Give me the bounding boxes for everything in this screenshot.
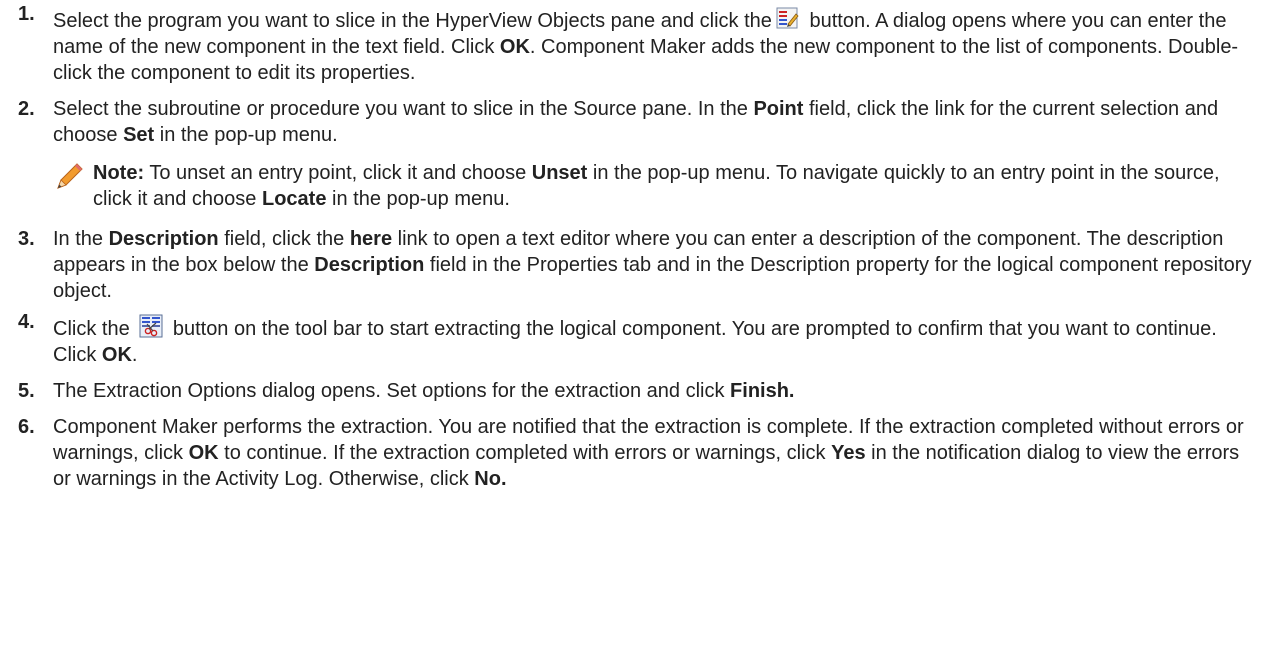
text-segment: In the [53,228,104,250]
text-segment: To unset an entry point, click it and ch… [149,162,527,184]
ui-term: Description [314,254,425,276]
step-text: The Extraction Options dialog opens. Set… [53,378,1262,404]
ui-term: here [349,228,393,250]
text-segment: . [131,344,138,366]
pencil-icon [57,163,83,189]
ui-term: No. [474,468,507,490]
step-1: 1. Select the program you want to slice … [18,3,1262,86]
step-2: 2. Select the subroutine or procedure yo… [18,96,1262,148]
step-5: 5. The Extraction Options dialog opens. … [18,378,1262,404]
step-text: In the Description field, click the here… [53,226,1262,304]
ui-term: Point [753,98,804,120]
ui-term: Description [108,228,219,250]
step-number: 6. [18,416,35,438]
step-text: Click the button on the tool bar to star… [53,314,1262,368]
step-4: 4. Click the button on the tool bar to s… [18,311,1262,368]
ui-term: OK [188,442,219,464]
ui-term: Unset [531,162,588,184]
text-segment: field, click the [224,228,345,250]
ui-term: Yes [831,442,866,464]
text-segment: The Extraction Options dialog opens. Set… [53,380,725,402]
ui-term: Locate [261,188,327,210]
ui-term: OK [101,344,132,366]
step-number: 3. [18,228,35,250]
text-segment: button on the tool bar to start extracti… [53,318,1217,366]
step-number: 2. [18,98,35,120]
note-callout: Note: To unset an entry point, click it … [53,160,1262,212]
step-text: Select the subroutine or procedure you w… [53,96,1262,148]
step-3: 3. In the Description field, click the h… [18,226,1262,304]
text-segment: Select the program you want to slice in … [53,10,772,32]
ui-term: Finish. [730,380,795,402]
text-segment: to continue. If the extraction completed… [224,442,826,464]
text-segment: in the pop-up menu. [332,188,510,210]
note-text: Note: To unset an entry point, click it … [93,162,1220,210]
step-text: Component Maker performs the extraction.… [53,414,1262,492]
step-6: 6. Component Maker performs the extracti… [18,414,1262,492]
text-segment: Click the [53,318,130,340]
text-segment: Select the subroutine or procedure you w… [53,98,748,120]
text-segment: in the pop-up menu. [159,124,338,146]
ui-term: Set [123,124,155,146]
step-text: Select the program you want to slice in … [53,6,1262,86]
extract-component-icon [139,314,163,338]
ui-term: OK [499,36,530,58]
note-label: Note: [93,162,145,184]
step-number: 5. [18,380,35,402]
procedure-steps: 1. Select the program you want to slice … [0,0,1282,492]
step-number: 1. [18,3,35,25]
new-component-icon [776,7,799,29]
step-number: 4. [18,311,35,333]
